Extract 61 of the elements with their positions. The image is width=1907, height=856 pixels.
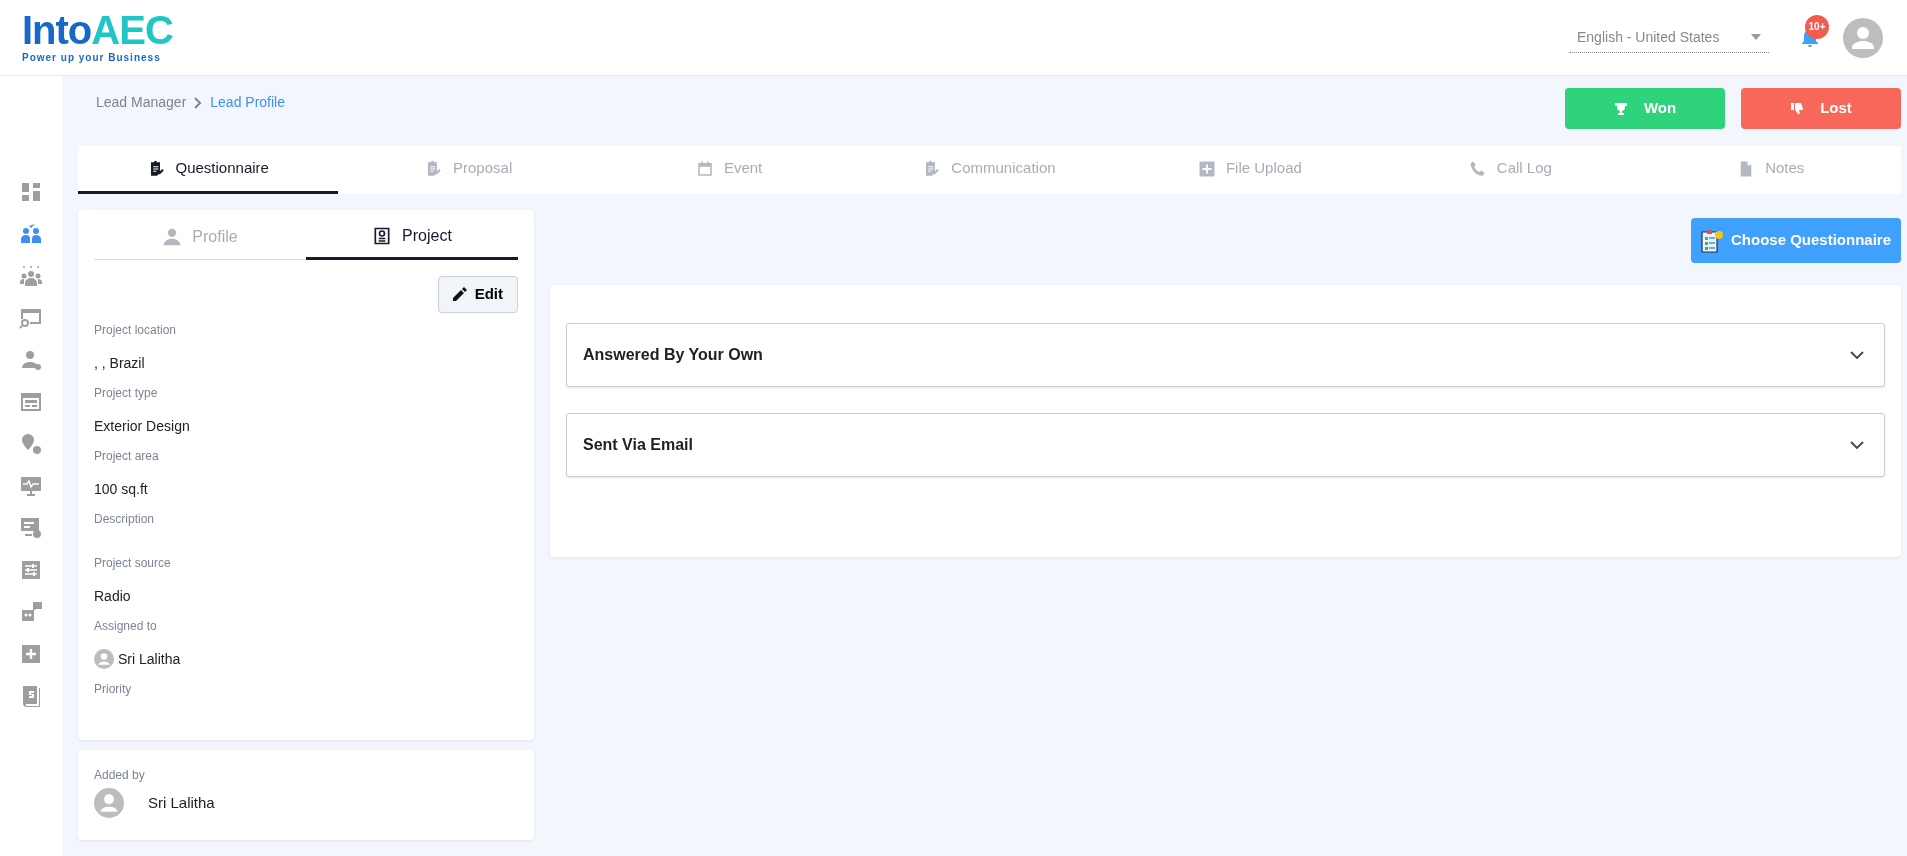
field-label: Project type (94, 384, 159, 402)
avatar-icon[interactable] (1843, 17, 1883, 58)
tab[interactable]: Project (306, 214, 518, 260)
field-label: Priority (94, 680, 133, 698)
pencil-icon (452, 287, 467, 302)
sliders-icon[interactable] (19, 558, 43, 582)
browser-search-icon[interactable] (19, 306, 43, 330)
monitor-icon[interactable] (19, 474, 43, 498)
tab[interactable]: File Upload (1119, 146, 1381, 194)
field-label: Project location (94, 321, 178, 339)
choose-questionnaire-button[interactable]: Choose Questionnaire (1690, 218, 1901, 263)
plus-square-icon (1197, 159, 1216, 178)
avatar-icon (94, 788, 124, 818)
people-icon[interactable] (19, 222, 43, 246)
field-value: Exterior Design (94, 416, 191, 436)
panel-icon[interactable] (19, 390, 43, 414)
tab[interactable]: Notes (1640, 146, 1901, 194)
edit-button[interactable]: Edit (437, 276, 518, 313)
logo-tagline: Power up your Business (22, 51, 162, 65)
field-label: Project source (94, 554, 172, 572)
accordion-header[interactable]: Answered By Your Own (566, 323, 1885, 387)
breadcrumb-current[interactable]: Lead Profile (210, 92, 285, 113)
map-pin-icon[interactable] (19, 432, 43, 456)
field-value: Radio (94, 586, 132, 606)
field-label: Project area (94, 447, 160, 465)
language-select[interactable]: English - United States (1569, 22, 1769, 53)
certificate-icon (372, 225, 393, 246)
field-value: 100 sq.ft (94, 479, 149, 499)
avatar-icon (94, 649, 114, 669)
tab[interactable]: Event (598, 146, 860, 194)
user-icon[interactable] (19, 348, 43, 372)
dashboard-icon[interactable] (19, 180, 43, 204)
trophy-icon (1613, 101, 1628, 116)
clipboard-pen-icon (923, 159, 942, 178)
calendar-icon (695, 159, 714, 178)
thumbs-down-icon (1790, 101, 1805, 116)
plus-square-icon[interactable] (19, 642, 43, 666)
tab[interactable]: Proposal (338, 146, 599, 194)
user-name: Sri Lalitha (148, 792, 215, 813)
won-button[interactable]: Won (1565, 88, 1725, 129)
breadcrumb-link[interactable]: Lead Manager (96, 92, 187, 113)
tab[interactable]: Call Log (1380, 146, 1641, 194)
tab[interactable]: Communication (859, 146, 1120, 194)
logo-text: IntoAEC (22, 10, 173, 50)
person-icon (162, 226, 183, 247)
field-label: Description (94, 510, 156, 528)
field-label: Assigned to (94, 617, 158, 635)
phone-icon (1468, 159, 1487, 178)
lost-button[interactable]: Lost (1741, 88, 1901, 129)
field-value: Sri Lalitha (118, 649, 181, 669)
notification-badge: 10+ (1805, 14, 1829, 39)
field-value: , , Brazil (94, 353, 146, 373)
field-label: Added by (94, 767, 146, 784)
accordion-header[interactable]: Sent Via Email (566, 413, 1885, 477)
clipboard-list-icon (1700, 228, 1723, 253)
chevron-right-icon (194, 96, 203, 109)
clipboard-pen-icon (425, 159, 444, 178)
tab[interactable]: Profile (94, 214, 306, 260)
caret-icon (1751, 34, 1761, 40)
tab[interactable]: Questionnaire (78, 146, 339, 194)
team-icon[interactable] (19, 264, 43, 288)
